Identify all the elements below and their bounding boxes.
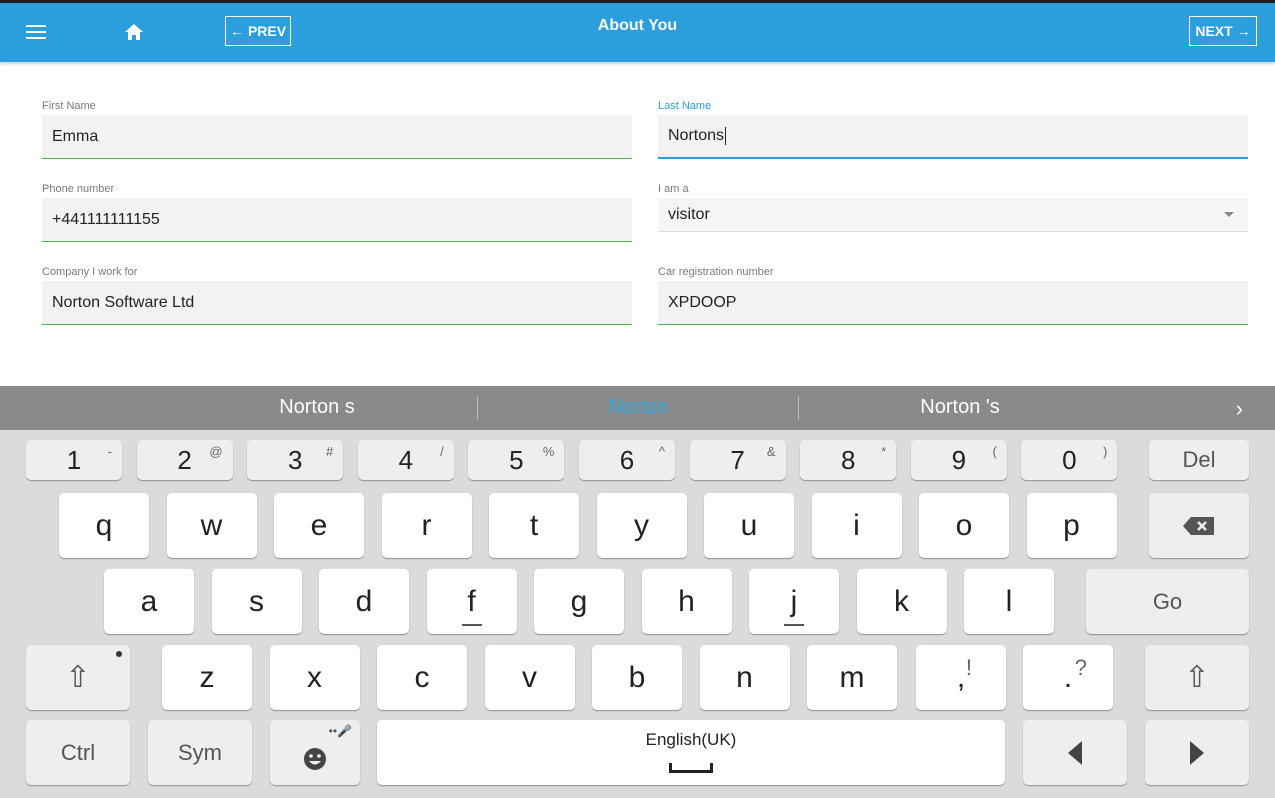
shift-icon: ⇧	[65, 661, 91, 694]
shift-left-key[interactable]: ⇧	[26, 645, 130, 710]
text-caret	[725, 127, 727, 145]
number-key[interactable]: 7 &	[689, 440, 786, 480]
letter-key[interactable]: i	[811, 493, 902, 558]
number-key[interactable]: 9(	[910, 440, 1007, 480]
number-key[interactable]: 2 @	[136, 440, 233, 480]
car-reg-field: Car registration number XPDOOP	[658, 266, 1248, 325]
space-key[interactable]: English(UK)	[377, 720, 1005, 785]
number-key[interactable]: 5%	[468, 440, 565, 480]
triangle-right-icon	[1190, 740, 1204, 765]
letter-key[interactable]: b	[592, 645, 682, 710]
car-reg-label: Car registration number	[658, 266, 774, 278]
phone-input[interactable]: +441111111155	[42, 198, 632, 242]
first-name-input[interactable]: Emma	[42, 115, 632, 159]
number-key[interactable]: 1-	[26, 440, 122, 480]
letter-key[interactable]: x	[269, 645, 360, 710]
mic-icon: ••🎤	[328, 724, 352, 738]
letter-key[interactable]: y	[596, 493, 687, 558]
role-field: I am a visitor	[658, 183, 1248, 232]
phone-label: Phone number	[42, 183, 115, 195]
letter-key[interactable]: l	[964, 569, 1054, 634]
role-select[interactable]: visitor	[658, 198, 1248, 232]
triangle-left-icon	[1068, 740, 1082, 765]
backspace-icon	[1183, 516, 1214, 535]
del-key[interactable]: Del	[1149, 440, 1249, 480]
letter-key[interactable]: j	[749, 569, 839, 634]
letter-key[interactable]: s	[211, 569, 302, 634]
last-name-label: Last Name	[658, 100, 712, 112]
backspace-key[interactable]	[1149, 493, 1249, 558]
letter-key[interactable]: k	[856, 569, 947, 634]
chevron-right-icon[interactable]: ›	[1236, 396, 1243, 422]
letter-key[interactable]: z	[162, 645, 252, 710]
letter-key[interactable]: p	[1026, 493, 1117, 558]
number-key[interactable]: 0)	[1021, 440, 1118, 480]
letter-key[interactable]: c	[377, 645, 467, 710]
letter-key[interactable]: w	[166, 493, 257, 558]
company-label: Company I work for	[42, 266, 138, 278]
comma-key[interactable]: , !	[916, 645, 1006, 710]
car-reg-input[interactable]: XPDOOP	[658, 281, 1248, 325]
letter-key[interactable]: d	[319, 569, 409, 634]
letter-key[interactable]: a	[104, 569, 194, 634]
home-row-marker	[784, 624, 804, 626]
letter-key[interactable]: u	[704, 493, 794, 558]
letter-key[interactable]: f	[426, 569, 517, 634]
first-name-field: First Name Emma	[42, 100, 632, 159]
suggestion-3[interactable]: Norton 's	[810, 396, 1110, 419]
letter-key[interactable]: h	[641, 569, 732, 634]
company-field: Company I work for Norton Software Ltd	[42, 266, 632, 325]
shift-right-key[interactable]: ⇧	[1145, 645, 1249, 710]
onscreen-keyboard: Del Go ⇧ , ! . ? ⇧ Ctrl Sym ••🎤 English(…	[0, 430, 1275, 798]
go-key[interactable]: Go	[1086, 569, 1249, 634]
sym-key[interactable]: Sym	[148, 720, 252, 785]
divider	[798, 396, 799, 420]
letter-key[interactable]: e	[274, 493, 364, 558]
number-key[interactable]: 8 *	[800, 440, 897, 480]
shift-indicator	[116, 651, 122, 657]
page-title: About You	[597, 17, 678, 34]
period-key[interactable]: . ?	[1023, 645, 1113, 710]
dropdown-arrow-icon	[1224, 212, 1234, 217]
space-icon	[669, 763, 713, 773]
suggestion-2[interactable]: Norton	[488, 396, 788, 419]
letter-key[interactable]: o	[919, 493, 1009, 558]
last-name-input[interactable]: Nortons	[658, 115, 1248, 159]
last-name-field: Last Name Nortons	[658, 100, 1248, 159]
phone-field: Phone number +441111111155	[42, 183, 632, 242]
role-label: I am a	[658, 183, 689, 195]
letter-key[interactable]: v	[484, 645, 575, 710]
arrow-left-key[interactable]	[1023, 720, 1127, 785]
number-key[interactable]: 4/	[357, 440, 454, 480]
number-key[interactable]: 3 #	[247, 440, 344, 480]
emoji-icon	[304, 747, 326, 770]
company-input[interactable]: Norton Software Ltd	[42, 281, 632, 325]
emoji-key[interactable]: ••🎤	[270, 720, 360, 785]
number-key[interactable]: 6 ^	[579, 440, 675, 480]
letter-key[interactable]: g	[534, 569, 624, 634]
letter-key[interactable]: r	[381, 493, 472, 558]
arrow-right-icon: →	[1236, 23, 1251, 39]
letter-key[interactable]: q	[59, 493, 149, 558]
suggestion-1[interactable]: Norton s	[167, 396, 467, 419]
letter-key[interactable]: n	[699, 645, 790, 710]
suggestion-strip: Norton s Norton Norton 's ›	[0, 386, 1275, 430]
ctrl-key[interactable]: Ctrl	[26, 720, 130, 785]
app-bar: ← PREV About You NEXT →	[0, 0, 1275, 62]
divider	[477, 396, 478, 420]
first-name-label: First Name	[42, 100, 96, 112]
home-row-marker	[461, 624, 482, 626]
letter-key[interactable]: t	[489, 493, 579, 558]
shift-icon: ⇧	[1184, 661, 1210, 694]
letter-key[interactable]: m	[807, 645, 897, 710]
arrow-right-key[interactable]	[1145, 720, 1249, 785]
next-button[interactable]: NEXT →	[1189, 16, 1257, 46]
